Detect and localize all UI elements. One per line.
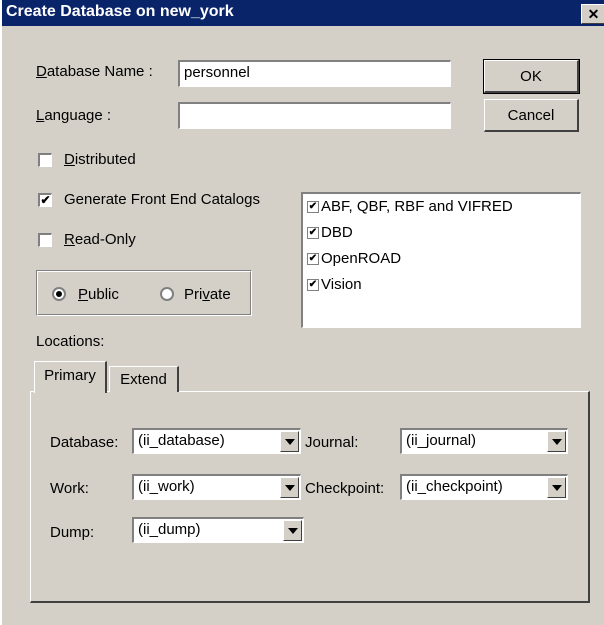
distributed-label: Distributed	[64, 151, 136, 168]
journal-location-label: Journal:	[305, 434, 359, 451]
catalog-item[interactable]: ✔ DBD	[307, 220, 513, 246]
public-label: Public	[78, 286, 119, 303]
check-icon: ✔	[307, 253, 319, 266]
dump-location-value: (ii_dump)	[138, 521, 201, 538]
work-location-label: Work:	[50, 480, 89, 497]
checkpoint-location-value: (ii_checkpoint)	[406, 478, 503, 495]
database-location-label: Database:	[50, 434, 119, 451]
language-input[interactable]	[178, 102, 451, 129]
chevron-down-icon[interactable]	[547, 477, 566, 498]
read-only-checkbox[interactable]	[38, 233, 52, 247]
catalog-item[interactable]: ✔ OpenROAD	[307, 246, 513, 272]
title-bar: Create Database on new_york	[2, 0, 604, 26]
chevron-down-icon[interactable]	[280, 477, 299, 498]
check-icon: ✔	[40, 193, 51, 207]
dump-location-label: Dump:	[50, 524, 95, 541]
distributed-checkbox[interactable]	[38, 153, 52, 167]
chevron-down-icon[interactable]	[280, 431, 299, 452]
journal-location-select[interactable]: (ii_journal)	[400, 428, 568, 454]
catalog-list[interactable]: ✔ ABF, QBF, RBF and VIFRED ✔ DBD ✔ OpenROAD…	[301, 192, 581, 328]
chevron-down-icon[interactable]	[547, 431, 566, 452]
database-location-select[interactable]: (ii_database)	[132, 428, 301, 454]
front-end-catalogs-checkbox[interactable]: ✔	[38, 193, 52, 207]
create-database-dialog: Create Database on new_york ✕ Database N…	[0, 0, 604, 625]
check-icon: ✔	[307, 227, 319, 240]
tab-primary[interactable]: Primary	[34, 361, 107, 393]
close-icon: ✕	[587, 6, 600, 22]
checkpoint-location-label: Checkpoint:	[305, 480, 385, 497]
language-label: Language :	[36, 107, 112, 124]
checkpoint-location-select[interactable]: (ii_checkpoint)	[400, 474, 568, 500]
database-name-value: personnel	[184, 64, 250, 81]
work-location-value: (ii_work)	[138, 478, 195, 495]
dialog-title: Create Database on new_york	[6, 3, 234, 20]
close-button[interactable]: ✕	[581, 4, 604, 24]
journal-location-value: (ii_journal)	[406, 432, 477, 449]
cancel-button[interactable]: Cancel	[484, 99, 579, 132]
database-name-input[interactable]: personnel	[178, 60, 451, 87]
locations-label: Locations:	[36, 333, 105, 350]
public-radio[interactable]	[52, 287, 66, 301]
catalog-item[interactable]: ✔ ABF, QBF, RBF and VIFRED	[307, 194, 513, 220]
private-radio[interactable]	[160, 287, 174, 301]
read-only-label: Read-Only	[64, 231, 136, 248]
work-location-select[interactable]: (ii_work)	[132, 474, 301, 500]
database-name-label: Database Name :	[36, 63, 153, 80]
dump-location-select[interactable]: (ii_dump)	[132, 517, 304, 543]
radio-dot-icon	[56, 291, 62, 297]
check-icon: ✔	[307, 201, 319, 214]
database-location-value: (ii_database)	[138, 432, 225, 449]
private-label: Private	[184, 286, 231, 303]
ok-button[interactable]: OK	[483, 59, 580, 94]
front-end-catalogs-label: Generate Front End Catalogs	[64, 191, 260, 208]
check-icon: ✔	[307, 279, 319, 292]
tab-extend[interactable]: Extend	[109, 366, 179, 392]
chevron-down-icon[interactable]	[283, 520, 302, 541]
catalog-item[interactable]: ✔ Vision	[307, 272, 513, 298]
